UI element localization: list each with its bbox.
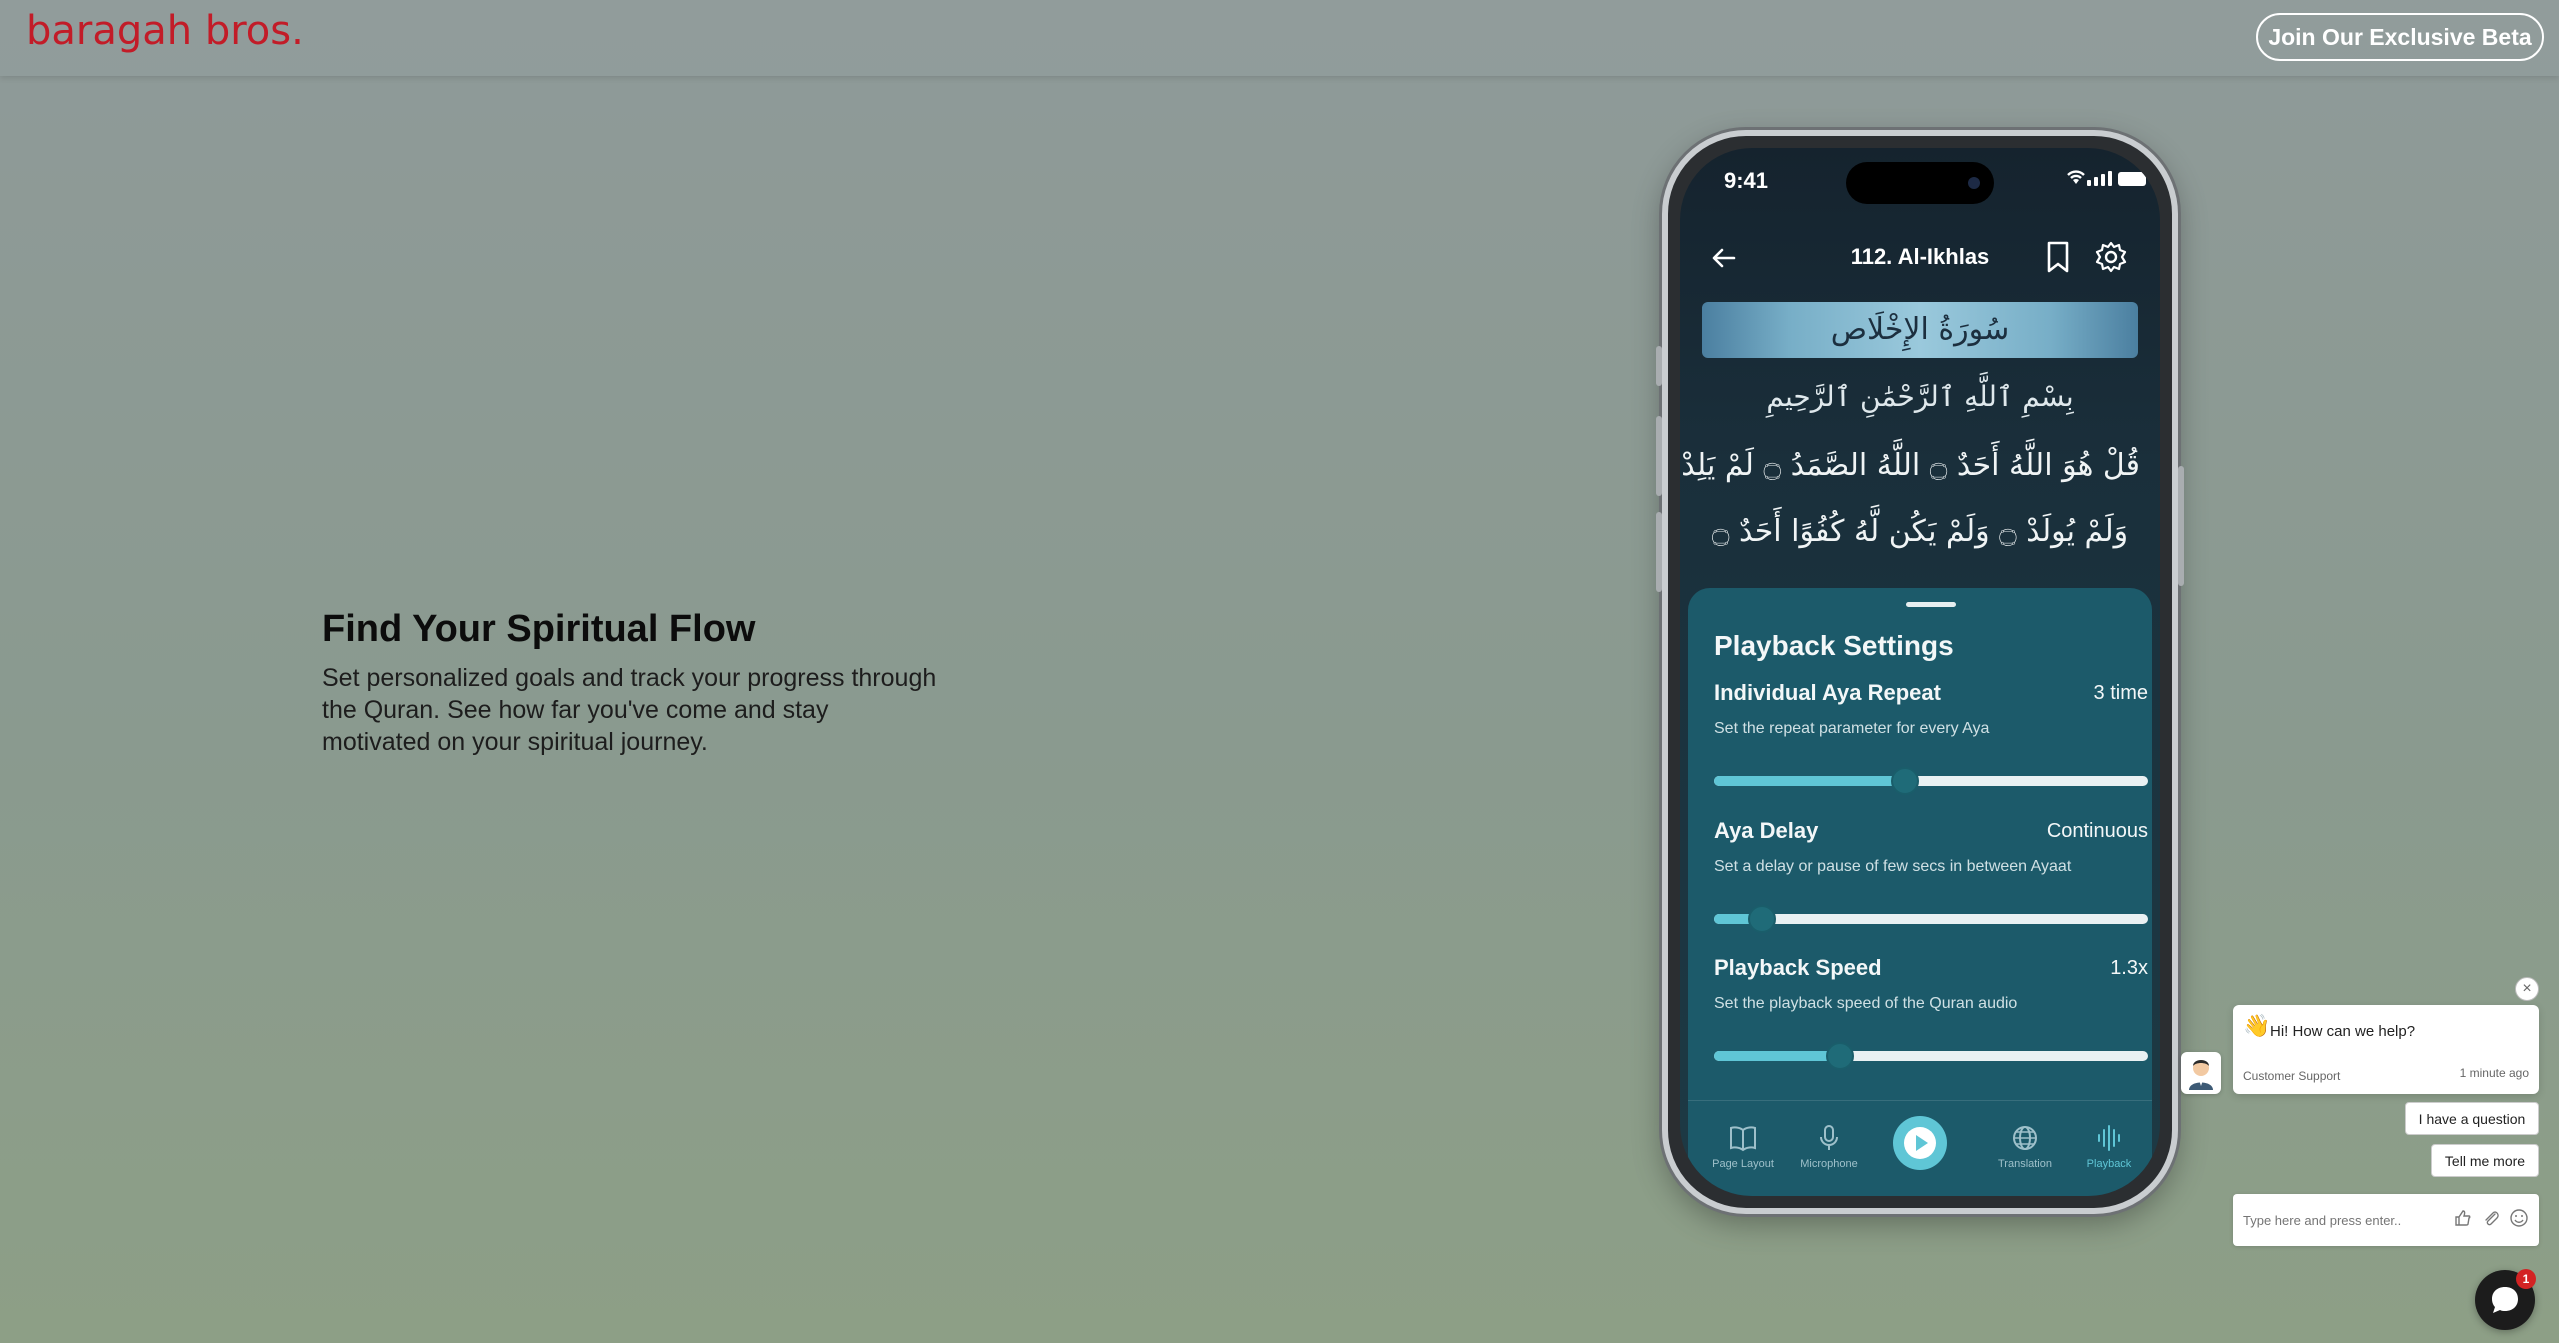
chat-option-question[interactable]: I have a question [2405,1102,2539,1135]
slider-fill [1714,1051,1840,1061]
battery-icon [2118,172,2146,186]
surah-name-banner: سُورَةُ الإِخْلَاص [1702,302,2138,358]
microphone-icon [1820,1125,1838,1150]
brand-logo[interactable]: baragah bros. [26,8,304,54]
tab-label: Page Layout [1712,1158,1774,1170]
ayah-line[interactable]: وَلَمْ يُولَدْ ۝ وَلَمْ يَكُن لَّهُ كُفُ… [1700,514,2140,549]
tab-translation[interactable]: Translation [1980,1124,2070,1170]
playback-settings-sheet: Playback Settings Individual Aya Repeat … [1688,588,2152,1196]
slider-fill [1714,776,1905,786]
surah-title: 112. Al-Ikhlas [1850,244,1990,269]
support-avatar [2181,1052,2221,1094]
status-time: 9:41 [1724,168,1769,193]
bismillah-text: بِسْمِ ٱللَّهِ ٱلرَّحْمَٰنِ ٱلرَّحِيمِ [1766,380,2074,413]
sheet-drag-handle[interactable] [1906,602,1956,607]
tab-microphone[interactable]: Microphone [1784,1124,1874,1170]
phone-power-button [2178,466,2184,586]
setting-aya-delay: Aya Delay Continuous Set a delay or paus… [1714,818,2148,933]
setting-label: Individual Aya Repeat [1714,680,1941,705]
thumbs-up-icon[interactable] [2453,1208,2473,1228]
setting-description: Set the playback speed of the Quran audi… [1714,995,2018,1012]
slider-knob[interactable] [1747,905,1776,933]
chat-close-button[interactable]: × [2515,977,2539,1001]
book-icon [1730,1126,1756,1152]
phone-volume-down [1656,512,1662,592]
gear-icon[interactable] [2094,240,2128,274]
agent-avatar-icon [2189,1060,2213,1090]
play-button[interactable] [1893,1116,1947,1170]
slider-knob[interactable] [1825,1042,1854,1070]
phone-mute-switch [1656,346,1662,386]
reader-navbar: 112. Al-Ikhlas [1680,228,2160,288]
setting-label: Playback Speed [1714,955,1882,980]
aya-repeat-slider[interactable] [1714,767,2148,795]
chat-greeting: Hi! How can we help? [2270,1023,2416,1040]
phone-screen: 9:41 112. Al-Ikhlas سُورَةُ الإِخْلَاص ب… [1680,148,2160,1196]
setting-value: 1.3x [2110,957,2148,979]
status-bar: 9:41 [1680,148,2160,208]
wifi-icon [2067,170,2085,184]
phone-volume-up [1656,416,1662,496]
ayah-line[interactable]: قُلْ هُوَ اللَّهُ أَحَدٌ ۝ اللَّهُ الصَّ… [1681,448,2140,483]
chat-option-tell-more[interactable]: Tell me more [2431,1144,2539,1177]
dynamic-island [1846,162,1994,204]
setting-description: Set the repeat parameter for every Aya [1714,720,1990,737]
chat-sender: Customer Support [2243,1069,2341,1083]
aya-delay-slider[interactable] [1714,905,2148,933]
hero-title: Find Your Spiritual Flow [322,608,756,650]
tab-label: Playback [2086,1158,2132,1170]
tab-label: Translation [1997,1158,2052,1170]
tab-label: Microphone [1800,1158,1858,1170]
slider-knob[interactable] [1890,767,1919,795]
waving-hand-icon: 👋 [2243,1013,2271,1038]
chat-message-input[interactable] [2243,1208,2443,1232]
setting-aya-repeat: Individual Aya Repeat 3 time Set the rep… [1714,680,2148,795]
globe-icon [2013,1126,2037,1150]
tab-page-layout[interactable]: Page Layout [1698,1124,1788,1170]
tab-playback[interactable]: Playback [2064,1124,2154,1170]
play-icon [1904,1127,1936,1159]
join-beta-button[interactable]: Join Our Exclusive Beta [2256,13,2544,61]
chat-input-box [2233,1194,2539,1246]
emoji-icon[interactable] [2509,1208,2529,1228]
signal-icon [2087,170,2112,186]
site-header: baragah bros. Join Our Exclusive Beta [0,0,2559,76]
setting-value: 3 time [2093,682,2148,704]
sheet-title: Playback Settings [1714,630,1954,661]
bookmark-icon[interactable] [2042,240,2074,274]
hero-subtitle: Set personalized goals and track your pr… [322,664,937,756]
chat-timestamp: 1 minute ago [2459,1066,2529,1080]
setting-description: Set a delay or pause of few secs in betw… [1714,858,2072,875]
setting-playback-speed: Playback Speed 1.3x Set the playback spe… [1714,955,2148,1070]
playback-speed-slider[interactable] [1714,1042,2148,1070]
waveform-icon [2098,1125,2120,1151]
chat-message-card: 👋 Hi! How can we help? Customer Support … [2233,1005,2539,1094]
unread-badge: 1 [2516,1269,2536,1289]
tabbar-divider [1688,1100,2152,1101]
setting-value: Continuous [2046,820,2148,842]
phone-mockup: 9:41 112. Al-Ikhlas سُورَةُ الإِخْلَاص ب… [1656,130,2184,1214]
paperclip-icon[interactable] [2481,1208,2501,1228]
